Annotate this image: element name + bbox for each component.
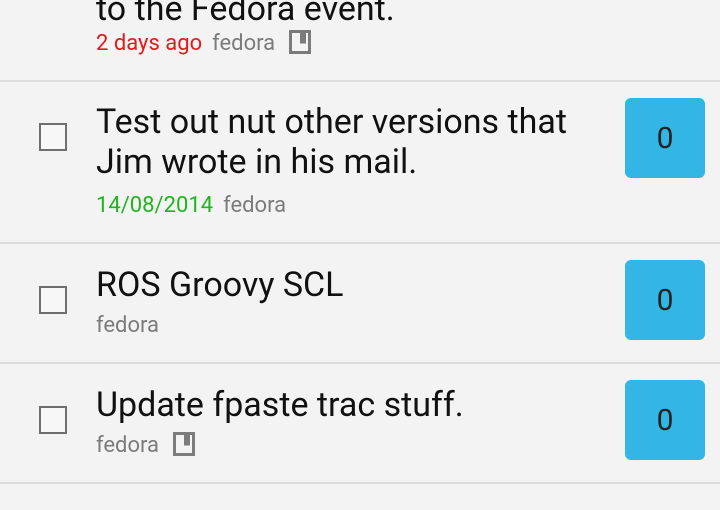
task-date: 2 days ago (96, 31, 203, 56)
task-title: Update fpaste trac stuff. (96, 385, 464, 425)
task-list-name: fedora (96, 313, 160, 338)
task-title: Test out nut other versions that Jim wro… (96, 102, 568, 182)
task-meta: fedora (96, 311, 159, 341)
note-icon (173, 432, 196, 456)
task-checkbox[interactable] (39, 406, 67, 434)
task-meta: 14/08/2014 fedora (96, 191, 286, 221)
note-icon (289, 30, 312, 54)
task-row[interactable]: to the Fedora event. 2 days ago fedora (0, 0, 720, 82)
task-count-badge[interactable]: 0 (625, 260, 705, 340)
task-list-name: fedora (223, 193, 287, 218)
task-count-badge[interactable]: 0 (625, 380, 705, 460)
task-checkbox[interactable] (39, 286, 67, 314)
task-checkbox[interactable] (39, 123, 67, 151)
task-row[interactable]: Update fpaste trac stuff. fedora 0 (0, 364, 720, 484)
task-row-partial (0, 484, 720, 510)
task-title: ROS Groovy SCL (96, 265, 344, 305)
task-meta: fedora (96, 431, 196, 461)
task-date: 14/08/2014 (96, 193, 214, 218)
task-title: to the Fedora event. (96, 0, 395, 29)
task-list-name: fedora (212, 31, 276, 56)
task-count-badge[interactable]: 0 (625, 98, 705, 178)
task-list: to the Fedora event. 2 days ago fedora T… (0, 0, 720, 510)
task-meta: 2 days ago fedora (96, 29, 312, 59)
task-list-name: fedora (96, 433, 160, 458)
task-row[interactable]: ROS Groovy SCL fedora 0 (0, 244, 720, 364)
task-row[interactable]: Test out nut other versions that Jim wro… (0, 82, 720, 244)
